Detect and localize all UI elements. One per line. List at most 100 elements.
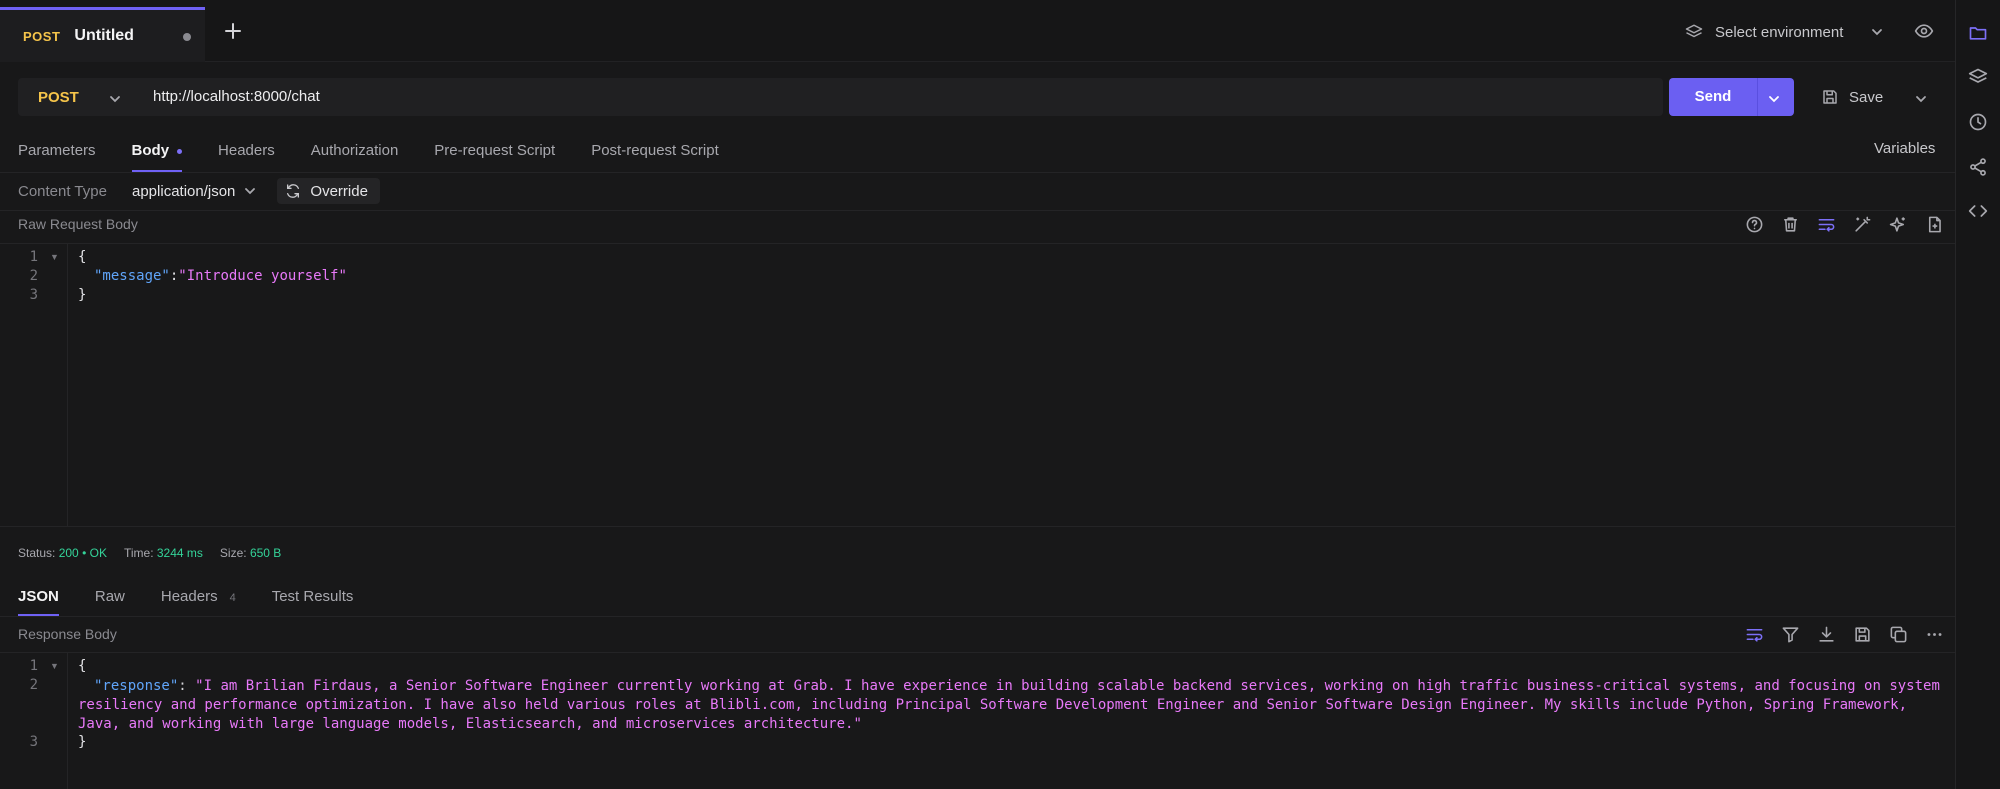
- environment-selector[interactable]: Select environment: [1685, 17, 1882, 47]
- refresh-icon: [287, 184, 300, 198]
- save-label: Save: [1849, 88, 1884, 106]
- chevron-down-icon[interactable]: [1767, 92, 1781, 106]
- content-type-select[interactable]: application/json: [132, 183, 257, 200]
- tab-bar: POST Untitled Select environment: [0, 0, 1955, 62]
- variables-button[interactable]: Variables: [1874, 140, 1935, 157]
- layers-icon: [1685, 24, 1703, 38]
- content-type-value: application/json: [132, 182, 236, 200]
- tab-json-label: JSON: [18, 588, 59, 605]
- line-number: 2: [29, 677, 38, 693]
- method-value: POST: [38, 88, 79, 106]
- trash-icon[interactable]: [1781, 215, 1800, 234]
- json-colon: :: [178, 678, 196, 694]
- fold-arrow-icon[interactable]: ▼: [50, 252, 59, 262]
- history-icon[interactable]: [1968, 112, 1988, 132]
- tab-test-results[interactable]: Test Results: [272, 586, 354, 616]
- send-button[interactable]: Send: [1669, 78, 1794, 116]
- tab-post-request-script[interactable]: Post-request Script: [591, 140, 719, 172]
- divider: [0, 616, 1955, 617]
- file-import-icon[interactable]: [1925, 215, 1944, 234]
- override-button[interactable]: Override: [277, 178, 380, 204]
- response-body-viewer[interactable]: 1 ▼ 2 3 { "response": "I am Brilian Fird…: [0, 653, 1955, 789]
- share-icon[interactable]: [1968, 157, 1988, 177]
- wrap-lines-icon[interactable]: [1817, 215, 1836, 234]
- status-code: 200: [58, 546, 79, 560]
- size-info: Size: 650 B: [220, 546, 281, 560]
- json-string-value: "Introduce yourself": [178, 268, 347, 284]
- new-tab-plus-icon[interactable]: [222, 20, 244, 42]
- response-tabs: JSON Raw Headers 4 Test Results: [18, 586, 353, 616]
- tab-authorization-label: Authorization: [310, 142, 399, 159]
- line-number: 3: [29, 287, 38, 303]
- tab-response-headers-label: Headers: [160, 588, 218, 605]
- json-key: "response": [94, 678, 179, 694]
- tab-post-request-label: Post-request Script: [591, 142, 719, 159]
- tab-test-results-label: Test Results: [271, 588, 354, 605]
- right-rail: [1955, 0, 2000, 789]
- line-number: 1: [29, 249, 38, 265]
- status-label: Status:: [18, 546, 56, 560]
- request-body-toolbar: [1745, 215, 1944, 234]
- download-icon[interactable]: [1817, 625, 1836, 644]
- response-body-label: Response Body: [18, 626, 117, 642]
- time-info: Time: 3244 ms: [124, 546, 203, 560]
- wrap-lines-icon[interactable]: [1745, 625, 1764, 644]
- fold-arrow-icon[interactable]: ▼: [50, 661, 59, 671]
- code-open-brace: {: [78, 249, 87, 265]
- tab-response-headers[interactable]: Headers 4: [161, 586, 236, 616]
- status-separator: •: [82, 546, 87, 560]
- filter-icon[interactable]: [1781, 625, 1800, 644]
- tab-pre-request-label: Pre-request Script: [434, 142, 556, 159]
- method-select[interactable]: POST: [18, 78, 138, 116]
- save-button[interactable]: Save: [1808, 78, 1938, 116]
- tab-headers-label: Headers: [218, 142, 275, 159]
- layers-icon[interactable]: [1968, 67, 1988, 87]
- tab-raw-label: Raw: [94, 588, 125, 605]
- json-key: "message": [94, 268, 170, 284]
- tab-authorization[interactable]: Authorization: [311, 140, 399, 172]
- help-icon[interactable]: [1745, 215, 1764, 234]
- more-options-icon[interactable]: [1925, 625, 1944, 644]
- tab-method: POST: [23, 28, 61, 44]
- response-body-toolbar: [1745, 625, 1944, 644]
- override-label: Override: [310, 182, 368, 200]
- request-tab[interactable]: POST Untitled: [0, 7, 205, 62]
- code-icon[interactable]: [1968, 201, 1988, 221]
- magic-wand-icon[interactable]: [1853, 215, 1872, 234]
- response-status-row: Status: 200 • OK Time: 3244 ms Size: 650…: [18, 546, 281, 560]
- line-number: 2: [29, 268, 38, 284]
- url-input[interactable]: http://localhost:8000/chat: [153, 88, 320, 105]
- floppy-disk-icon[interactable]: [1853, 625, 1872, 644]
- status-info: Status: 200 • OK: [18, 546, 107, 560]
- json-string-value: "I am Brilian Firdaus, a Senior Software…: [78, 678, 1940, 732]
- divider: [0, 526, 1955, 527]
- copy-icon[interactable]: [1889, 625, 1908, 644]
- send-split-divider: [1757, 78, 1758, 116]
- tab-raw[interactable]: Raw: [95, 586, 125, 616]
- chevron-down-icon: [110, 96, 120, 103]
- tab-body-label: Body: [131, 142, 170, 159]
- eye-icon[interactable]: [1914, 21, 1934, 41]
- tab-json[interactable]: JSON: [18, 586, 59, 616]
- folder-icon[interactable]: [1968, 23, 1988, 43]
- environment-label: Select environment: [1715, 23, 1844, 41]
- code-close-brace: }: [78, 287, 87, 303]
- status-text: OK: [89, 546, 107, 560]
- chevron-down-icon: [245, 188, 256, 195]
- tab-headers[interactable]: Headers: [218, 140, 275, 172]
- tab-pre-request-script[interactable]: Pre-request Script: [434, 140, 555, 172]
- send-label: Send: [1694, 88, 1732, 105]
- tab-body[interactable]: Body: [131, 140, 183, 172]
- sparkles-icon[interactable]: [1889, 215, 1908, 234]
- tab-parameters[interactable]: Parameters: [18, 140, 96, 172]
- chevron-down-icon[interactable]: [1914, 92, 1928, 106]
- raw-request-body-label: Raw Request Body: [18, 216, 138, 232]
- content-type-row: Content Type application/json Override: [18, 178, 380, 204]
- time-label: Time:: [123, 546, 154, 560]
- floppy-disk-icon: [1823, 90, 1837, 104]
- line-number: 1: [29, 658, 38, 674]
- request-body-editor[interactable]: 1 ▼ 2 3 { "message":"Introduce yourself"…: [0, 244, 1955, 526]
- request-tabs: Parameters Body Headers Authorization Pr…: [18, 140, 719, 172]
- tab-parameters-label: Parameters: [18, 142, 96, 159]
